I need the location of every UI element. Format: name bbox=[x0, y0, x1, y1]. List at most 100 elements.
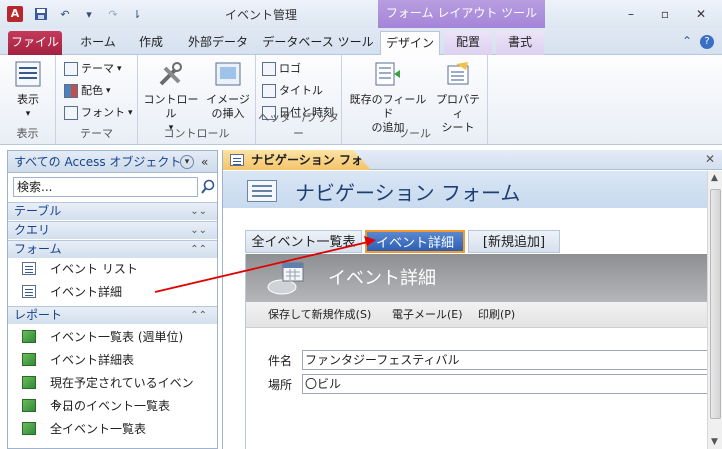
nav-item-report[interactable]: 全イベント一覧表 bbox=[8, 418, 217, 440]
nav-control-tab[interactable]: 全イベント一覧表 bbox=[245, 230, 362, 253]
color-dropdown-icon: ▾ bbox=[106, 86, 111, 96]
view-dropdown-icon: ▾ bbox=[25, 109, 31, 119]
ribbon: 表示 ▾ 表示 テーマ ▾ 配色 ▾ フォント ▾ テーマ コントロール ▾ イ… bbox=[0, 55, 722, 145]
nav-item-label: イベント リスト bbox=[50, 262, 138, 276]
theme-button[interactable]: テーマ ▾ bbox=[64, 60, 122, 78]
view-icon bbox=[12, 60, 44, 90]
view-button[interactable]: 表示 ▾ bbox=[6, 60, 50, 121]
nav-category-tables[interactable]: テーブル ⌄⌄ bbox=[8, 202, 217, 220]
color-button-label: 配色 bbox=[81, 84, 103, 97]
close-document-icon[interactable]: ✕ bbox=[705, 152, 715, 166]
category-label: テーブル bbox=[14, 204, 62, 218]
insert-image-button[interactable]: イメージ の挿入 bbox=[202, 60, 254, 121]
help-icon[interactable]: ? bbox=[700, 35, 714, 49]
location-field[interactable]: 〇ビル bbox=[302, 374, 708, 394]
tab-create[interactable]: 作成 bbox=[128, 31, 174, 55]
nav-item-label: イベント一覧表 (週単位) bbox=[50, 330, 184, 344]
nav-item-report[interactable]: 今日のイベント一覧表 bbox=[8, 395, 217, 417]
logo-button[interactable]: ロゴ bbox=[262, 60, 301, 78]
search-icon[interactable] bbox=[199, 178, 217, 196]
form-icon bbox=[230, 154, 244, 166]
ribbon-group-view: 表示 ▾ 表示 bbox=[0, 55, 56, 144]
add-existing-fields-button[interactable]: 既存のフィールド の追加 bbox=[346, 60, 430, 135]
scroll-down-icon[interactable]: ▼ bbox=[711, 437, 718, 447]
context-tools-header: フォーム レイアウト ツール bbox=[378, 0, 545, 28]
nav-item-label: 今日のイベント一覧表 bbox=[50, 399, 171, 413]
subform-title: イベント詳細 bbox=[328, 268, 436, 289]
theme-group-label: テーマ bbox=[80, 127, 113, 140]
form-icon bbox=[22, 262, 36, 275]
document-tab[interactable]: ナビゲーション フォーム bbox=[223, 150, 371, 170]
property-sheet-button[interactable]: プロパティ シート bbox=[432, 60, 484, 135]
nav-item-label: イベント詳細表 bbox=[50, 353, 135, 367]
scroll-thumb[interactable] bbox=[710, 189, 721, 419]
window-title: イベント管理 bbox=[225, 8, 298, 22]
vertical-scrollbar[interactable]: ▲ ▼ bbox=[707, 171, 722, 449]
nav-item-form[interactable]: イベント リスト bbox=[8, 258, 217, 280]
tab-home[interactable]: ホーム bbox=[70, 31, 126, 55]
shutter-bar-icon[interactable]: « bbox=[201, 151, 208, 173]
save-icon[interactable] bbox=[32, 6, 50, 22]
tools-icon bbox=[155, 60, 187, 90]
collapse-chevron-icon: ⌃⌃ bbox=[190, 244, 207, 255]
view-group-label: 表示 bbox=[16, 127, 39, 140]
customize-qat-icon[interactable]: ⇂ bbox=[128, 6, 146, 22]
insert-image-label-2: の挿入 bbox=[211, 107, 245, 120]
theme-button-label: テーマ bbox=[81, 62, 114, 75]
report-icon bbox=[22, 399, 36, 412]
collapse-chevron-icon: ⌃⌃ bbox=[190, 310, 207, 321]
header-footer-group-label: ヘッダー/フッター bbox=[258, 111, 339, 140]
tab-external-data[interactable]: 外部データ bbox=[178, 31, 258, 55]
close-button[interactable]: ✕ bbox=[690, 5, 712, 23]
nav-item-report[interactable]: 現在予定されているイベント... bbox=[8, 372, 217, 412]
title-button-label: タイトル bbox=[279, 84, 323, 97]
color-button[interactable]: 配色 ▾ bbox=[64, 82, 111, 100]
tab-design[interactable]: デザイン bbox=[380, 31, 440, 56]
nav-control-tab-selected[interactable]: イベント詳細 bbox=[365, 230, 465, 253]
nav-item-report[interactable]: イベント詳細表 bbox=[8, 349, 217, 371]
subform-header: イベント詳細 bbox=[246, 254, 707, 302]
font-dropdown-icon: ▾ bbox=[128, 108, 133, 118]
nav-menu-chevron-icon[interactable]: ▾ bbox=[180, 155, 194, 169]
nav-pane-header[interactable]: すべての Access オブジェクト ▾ « bbox=[8, 151, 217, 173]
ribbon-tab-row: ファイル ホーム 作成 外部データ データベース ツール デザイン 配置 書式 … bbox=[0, 28, 722, 56]
nav-category-queries[interactable]: クエリ ⌄⌄ bbox=[8, 221, 217, 239]
redo-icon[interactable]: ↷ bbox=[104, 6, 122, 22]
access-app-icon[interactable]: A bbox=[7, 6, 23, 22]
restore-button[interactable]: ▫ bbox=[654, 5, 676, 23]
form-title: ナビゲーション フォーム bbox=[295, 181, 521, 205]
report-icon bbox=[22, 330, 36, 343]
minimize-ribbon-icon[interactable]: ⌃ bbox=[682, 34, 692, 48]
save-and-new-button[interactable]: 保存して新規作成(S) bbox=[268, 302, 371, 328]
category-label: クエリ bbox=[14, 223, 51, 237]
tab-file[interactable]: ファイル bbox=[8, 31, 62, 55]
image-icon bbox=[212, 60, 244, 90]
report-icon bbox=[22, 376, 36, 389]
category-label: フォーム bbox=[14, 242, 62, 256]
undo-dropdown-icon[interactable]: ▾ bbox=[80, 6, 98, 22]
property-sheet-icon bbox=[442, 60, 474, 90]
controls-button[interactable]: コントロール ▾ bbox=[140, 60, 202, 135]
nav-control-tab-new[interactable]: [新規追加] bbox=[468, 230, 560, 253]
tab-database-tools[interactable]: データベース ツール bbox=[262, 31, 374, 55]
tab-format[interactable]: 書式 bbox=[496, 31, 544, 55]
title-button[interactable]: タイトル bbox=[262, 82, 323, 100]
minimize-button[interactable]: – bbox=[620, 5, 642, 23]
property-sheet-label-1: プロパティ bbox=[436, 93, 480, 120]
nav-item-form[interactable]: イベント詳細 bbox=[8, 281, 217, 303]
tab-arrange[interactable]: 配置 bbox=[444, 31, 492, 55]
nav-category-reports[interactable]: レポート ⌃⌃ bbox=[8, 306, 217, 324]
font-button[interactable]: フォント ▾ bbox=[64, 104, 133, 122]
nav-category-forms[interactable]: フォーム ⌃⌃ bbox=[8, 240, 217, 258]
document-tab-bar: ナビゲーション フォーム ✕ bbox=[223, 150, 722, 170]
nav-search-input[interactable]: 検索... bbox=[13, 177, 198, 197]
nav-item-report[interactable]: イベント一覧表 (週単位) bbox=[8, 326, 217, 348]
category-label: レポート bbox=[14, 308, 63, 322]
print-button[interactable]: 印刷(P) bbox=[478, 302, 515, 328]
scroll-up-icon[interactable]: ▲ bbox=[711, 173, 718, 183]
report-icon bbox=[22, 353, 36, 366]
email-button[interactable]: 電子メール(E) bbox=[392, 302, 463, 328]
theme-dropdown-icon: ▾ bbox=[117, 64, 122, 74]
subject-field[interactable]: ファンタジーフェスティバル bbox=[302, 350, 708, 370]
undo-icon[interactable]: ↶ bbox=[56, 6, 74, 22]
